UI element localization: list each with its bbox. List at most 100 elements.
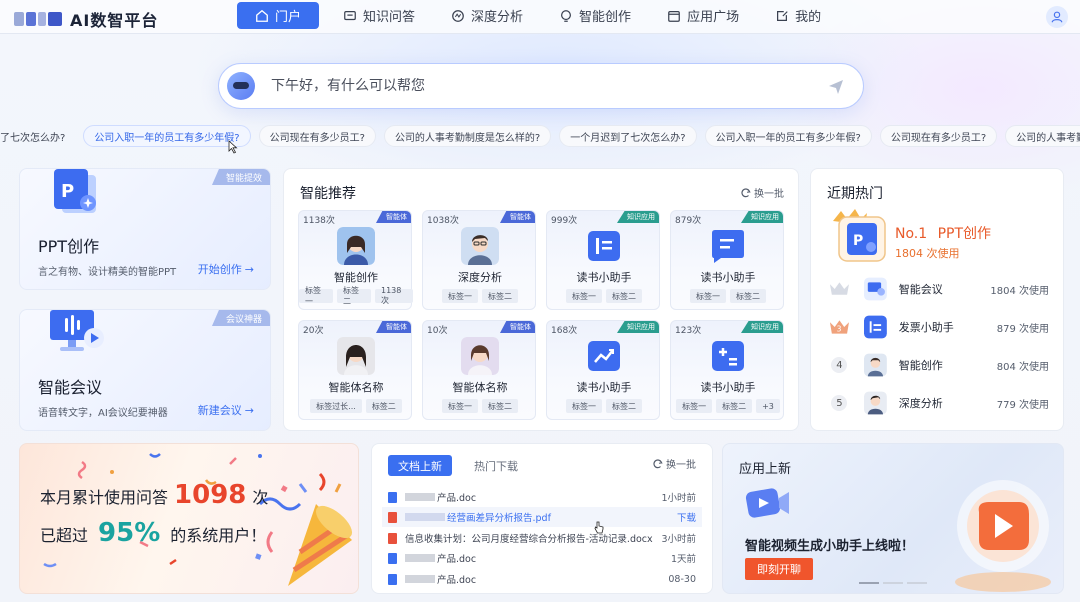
trend-chart-icon (588, 341, 620, 371)
doc-name: 产品.doc (405, 551, 671, 565)
doc-name-text: 经营画差异分析报告.pdf (447, 513, 551, 524)
agent-thumb-icon (863, 391, 887, 415)
analysis-icon (452, 9, 464, 22)
hot-item-count: 879 次使用 (996, 323, 1049, 335)
tag: 标签二 (482, 289, 518, 303)
suggestion-chip[interactable]: 了七次怎么办? (0, 125, 75, 147)
video-camera-icon (745, 488, 789, 518)
new-meeting-link[interactable]: 新建会议 → (198, 402, 254, 418)
pdf-doc-icon (388, 532, 397, 544)
hot-item-name: 智能会议 (898, 283, 943, 296)
tag: 标签一 (442, 289, 478, 303)
hot-item[interactable]: 3 发票小助手 879 次使用 (829, 314, 1049, 340)
logo[interactable]: AI数智平台 (14, 7, 158, 31)
card-name: 读书小助手 (700, 381, 756, 394)
card-title: 智能会议 (38, 378, 103, 397)
bulb-icon (561, 9, 572, 22)
recommend-card-smart-creation[interactable]: 1138次 智能体 智能创作 标签一 标签二 1138次 (298, 210, 413, 310)
search-bar (218, 63, 864, 109)
recommend-card-reading-assistant[interactable]: 123次 知识应用 读书小助手 标签一 标签二 +3 (670, 320, 784, 420)
redacted-block (405, 493, 435, 501)
nav-item-deep-analysis[interactable]: 深度分析 (439, 2, 535, 29)
ppt-icon: P (54, 169, 96, 213)
suggestion-chip[interactable]: 公司入职一年的员工有多少年假? (704, 125, 872, 147)
card-tag: 会议神器 (211, 310, 270, 326)
doc-row[interactable]: 信息收集计划：公司月度经营综合分析报告-活动记录.docx 3小时前 (388, 528, 696, 548)
mouse-cursor-icon (228, 140, 238, 154)
recommend-card-reading-assistant[interactable]: 168次 知识应用 读书小助手 标签一 标签二 (546, 320, 660, 420)
carousel-dot-active[interactable] (859, 582, 879, 584)
nav-item-app-store[interactable]: 应用广场 (655, 2, 751, 29)
nav-item-smart-creation[interactable]: 智能创作 (547, 2, 643, 29)
suggestion-chip[interactable]: 公司现在有多少员工? (879, 125, 998, 147)
home-icon (256, 9, 268, 22)
recommend-card-agent[interactable]: 20次 智能体 智能体名称 标签过长... 标签二 (298, 320, 412, 420)
recommend-card-reading-assistant[interactable]: 879次 知识应用 读书小助手 标签一 标签二 (670, 210, 784, 310)
doc-row[interactable]: 产品.doc 1天前 (388, 548, 696, 568)
word-doc-icon (388, 552, 397, 564)
download-link[interactable]: 下载 (677, 510, 696, 524)
recommend-card-agent[interactable]: 10次 智能体 智能体名称 标签一 标签二 (422, 320, 536, 420)
start-chat-button[interactable]: 即刻开聊 (745, 558, 813, 580)
rank-number: 4 (829, 354, 850, 376)
card-description: 语音转文字，AI会议纪要神器 (38, 408, 168, 419)
redacted-block (405, 513, 445, 521)
recommend-card-reading-assistant[interactable]: 999次 知识应用 读书小助手 标签一 标签二 (546, 210, 660, 310)
type-badge: 智能体 (500, 211, 535, 223)
nav-item-knowledge-qa[interactable]: 知识问答 (331, 2, 427, 29)
carousel-dot[interactable] (883, 582, 903, 584)
logo-mark-icon (14, 12, 64, 26)
tag: 标签二 (730, 289, 766, 303)
card-name: 读书小助手 (700, 271, 756, 284)
stat-label: 的系统用户！ (170, 526, 267, 545)
nav-item-mine[interactable]: 我的 (763, 2, 833, 29)
card-name: 智能创作 (334, 271, 378, 284)
suggestion-chips: 了七次怎么办? 公司入职一年的员工有多少年假? 公司现在有多少员工? 公司的人事… (0, 125, 1080, 147)
suggestion-chip[interactable]: 公司入职一年的员工有多少年假? (83, 125, 251, 147)
monthly-usage-count: 1098 (174, 480, 247, 510)
doc-row[interactable]: 产品.doc 1小时前 (388, 487, 696, 507)
rank-3-bronze-icon: 3 (829, 320, 849, 334)
tab-new-docs[interactable]: 文档上新 (388, 455, 452, 476)
card-tag: 智能提效 (211, 169, 270, 185)
send-icon[interactable] (827, 78, 845, 96)
hot-item-name: 深度分析 (898, 397, 943, 410)
suggestion-chip[interactable]: 一个月迟到了七次怎么办? (559, 125, 697, 147)
hot-item[interactable]: 4 智能创作 804 次使用 (829, 352, 1049, 378)
agent-avatar-female-icon (461, 337, 499, 375)
suggestion-chip[interactable]: 公司的人事考勤制度是怎么样的? (383, 125, 552, 147)
tag-list: 标签一 标签二 (547, 399, 661, 413)
ppt-creation-card[interactable]: 智能提效 P PPT创作 言之有物、设计精美的智能PPT 开始创作 → (19, 168, 271, 290)
hot-item[interactable]: 智能会议 1804 次使用 (829, 276, 1049, 302)
refresh-button[interactable]: 换一批 (653, 456, 696, 471)
hot-item[interactable]: 5 深度分析 779 次使用 (829, 390, 1049, 416)
doc-row[interactable]: 产品.doc 08-30 (388, 569, 696, 589)
top-rank-title[interactable]: No.1 PPT创作 (895, 223, 991, 243)
smart-meeting-card[interactable]: 会议神器 智能会议 语音转文字，AI会议纪要神器 新建会议 → (19, 309, 271, 431)
docs-panel: 文档上新 热门下载 换一批 产品.doc 1小时前 经营画差异分析报告.pdf … (371, 443, 713, 594)
chat-doc-icon (712, 230, 744, 263)
doc-name-text: 产品.doc (437, 493, 477, 504)
recommend-card-deep-analysis[interactable]: 1038次 智能体 深度分析 标签一 标签二 (422, 210, 536, 310)
recent-hot-panel: 近期热门 P No.1 PPT创作 1804 次使用 智能会议 1804 次使用… (810, 168, 1064, 431)
suggestion-chip[interactable]: 公司的人事考勤制度是怎么样的? (1005, 125, 1080, 147)
refresh-button[interactable]: 换一批 (741, 185, 784, 200)
type-badge: 知识应用 (617, 211, 659, 223)
start-creation-link[interactable]: 开始创作 → (198, 261, 254, 277)
type-badge: 知识应用 (617, 321, 659, 333)
tag: 标签过长... (310, 399, 362, 413)
carousel-dot[interactable] (907, 582, 927, 584)
doc-row-hovered[interactable]: 经营画差异分析报告.pdf 下载 (382, 507, 702, 527)
type-badge: 智能体 (500, 321, 535, 333)
suggestion-chip[interactable]: 公司现在有多少员工? (258, 125, 376, 147)
nav-item-portal[interactable]: 门户 (237, 2, 320, 29)
tab-hot-downloads[interactable]: 热门下载 (474, 458, 518, 474)
search-input[interactable] (271, 78, 811, 94)
monthly-usage-line: 本月累计使用问答 1098 次 (40, 480, 268, 510)
tag: 标签二 (482, 399, 518, 413)
tag-list: 标签一 标签二 (423, 289, 537, 303)
user-avatar[interactable] (1046, 6, 1068, 28)
doc-time: 1天前 (670, 554, 696, 565)
rank-number: 3 (837, 325, 842, 334)
nav-item-label: 应用广场 (687, 10, 740, 25)
